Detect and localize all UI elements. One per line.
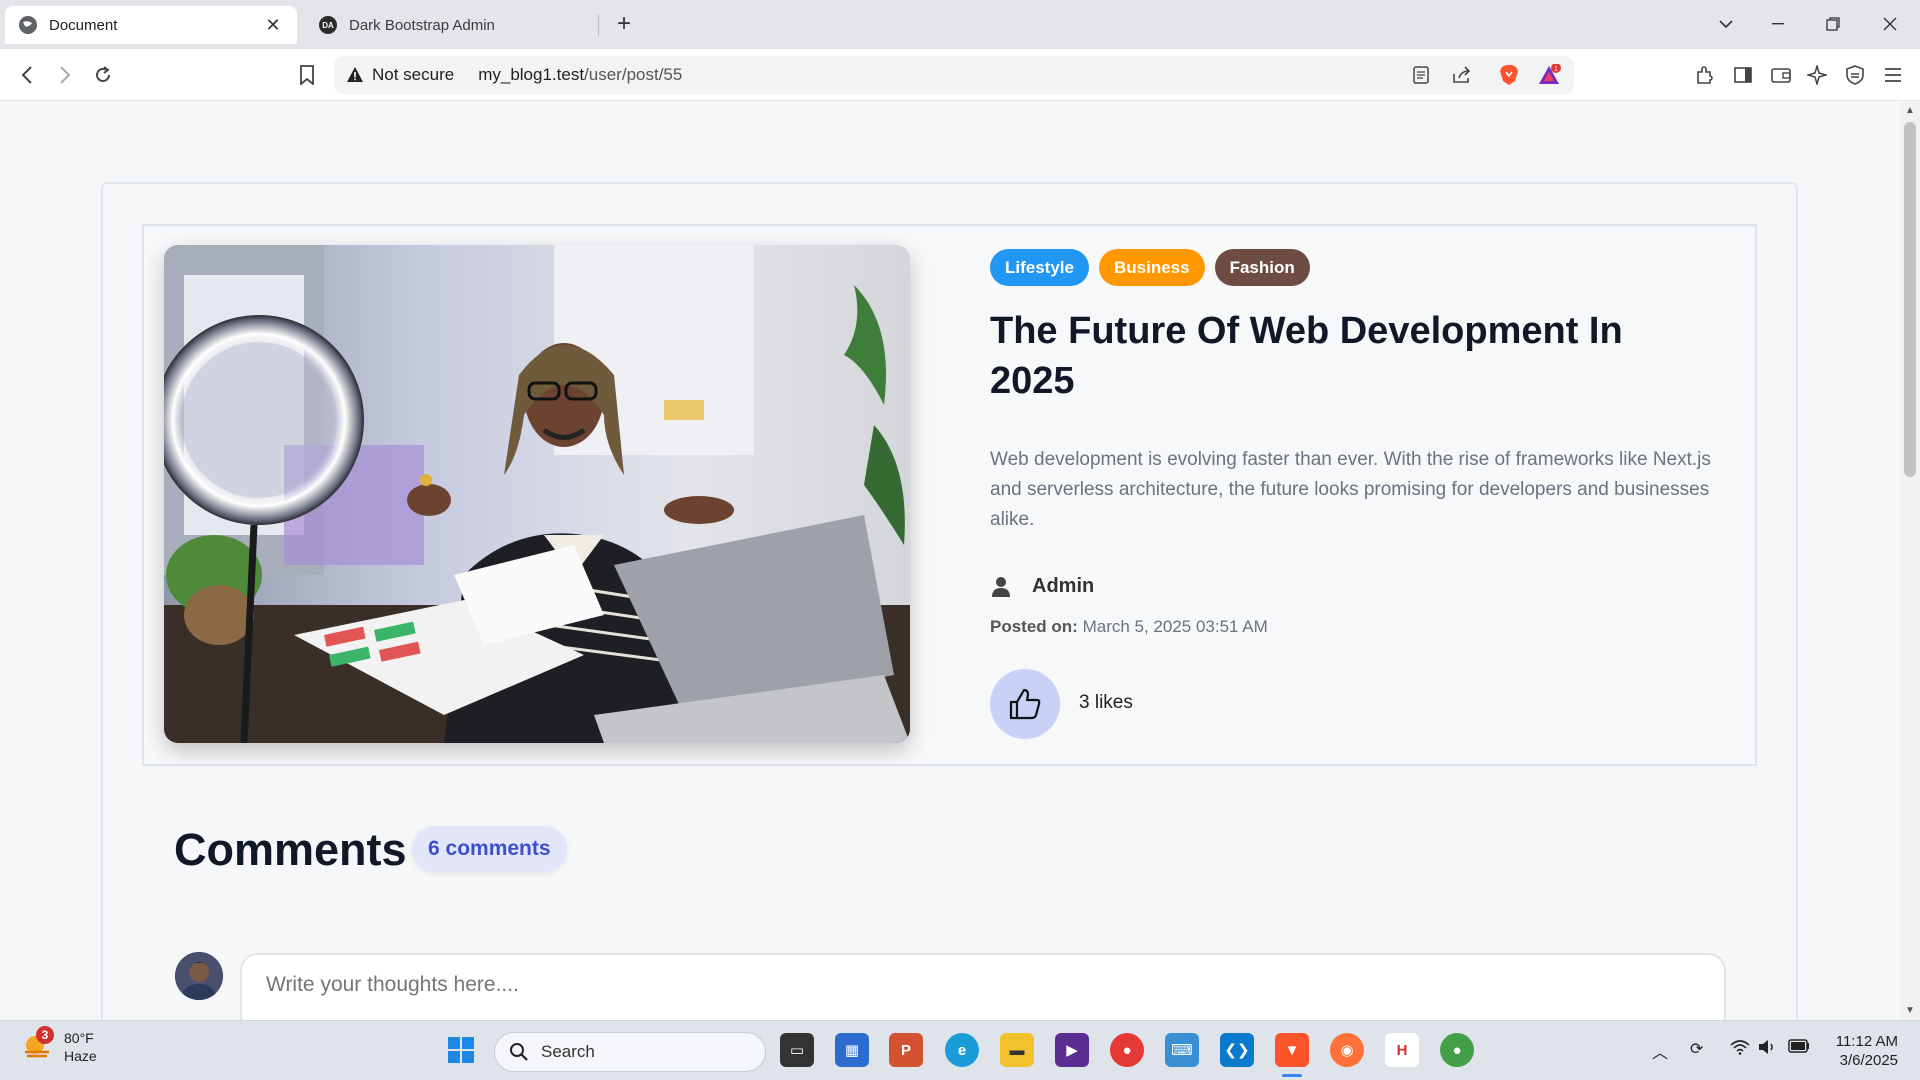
vpn-shield-icon[interactable] (1840, 60, 1870, 90)
powerpoint-icon[interactable]: P (889, 1033, 923, 1067)
leo-ai-icon[interactable] (1802, 60, 1832, 90)
like-button[interactable] (990, 669, 1060, 739)
vscode-icon[interactable]: ❮❯ (1220, 1033, 1254, 1067)
taskbar-search[interactable]: Search (494, 1032, 766, 1072)
forward-button[interactable] (50, 60, 80, 90)
chrome-profile-icon[interactable]: ● (1440, 1033, 1474, 1067)
keyboard-app-icon[interactable]: ⌨ (1165, 1033, 1199, 1067)
user-icon (992, 576, 1010, 597)
visual-studio-icon[interactable]: ▶ (1055, 1033, 1089, 1067)
browser-tab-bar: Document ✕ DA Dark Bootstrap Admin + (0, 0, 1920, 49)
share-icon[interactable] (1447, 56, 1477, 94)
microsoft-store-icon[interactable]: ▦ (835, 1033, 869, 1067)
edge-icon[interactable]: e (945, 1033, 979, 1067)
globe-icon (19, 16, 37, 34)
tab-dark-bootstrap-admin[interactable]: DA Dark Bootstrap Admin (305, 6, 597, 44)
restore-button[interactable] (1813, 8, 1853, 40)
comments-heading: Comments (174, 824, 407, 875)
weather-haze-icon: 3 (22, 1026, 54, 1062)
page-viewport: Lifestyle Business Fashion The Future Of… (0, 102, 1900, 1020)
extensions-icon[interactable] (1690, 60, 1720, 90)
brave-shields-icon[interactable] (1494, 56, 1524, 94)
active-app-indicator (1282, 1074, 1302, 1077)
reload-button[interactable] (88, 60, 118, 90)
tab-list-chevron-icon[interactable] (1706, 8, 1746, 40)
close-tab-icon[interactable]: ✕ (263, 15, 283, 35)
tag-lifestyle[interactable]: Lifestyle (990, 249, 1089, 286)
wifi-icon[interactable] (1730, 1039, 1750, 1060)
clock-time: 11:12 AM (1835, 1033, 1898, 1050)
thumbs-up-icon (1009, 688, 1041, 720)
warning-icon (347, 67, 363, 82)
new-tab-button[interactable]: + (610, 10, 638, 38)
search-icon (510, 1043, 528, 1061)
wallet-icon[interactable] (1766, 60, 1796, 90)
post-author: Admin (990, 575, 1094, 598)
page-scrollbar[interactable]: ▲ ▼ (1900, 102, 1920, 1020)
comment-input[interactable] (240, 953, 1726, 1020)
back-button[interactable] (12, 60, 42, 90)
tab-favicon: DA (319, 16, 337, 34)
svg-text:1: 1 (1554, 66, 1558, 73)
author-name: Admin (1032, 575, 1095, 597)
posted-on: Posted on: March 5, 2025 03:51 AM (990, 617, 1268, 637)
post-tags: Lifestyle Business Fashion (990, 249, 1310, 286)
comments-count-badge: 6 comments (412, 826, 567, 872)
sync-icon[interactable]: ⟳ (1690, 1039, 1703, 1059)
tag-business[interactable]: Business (1098, 249, 1205, 286)
tab-divider (598, 14, 599, 36)
bookmark-icon[interactable] (292, 60, 322, 90)
firefox-icon[interactable]: ◉ (1330, 1033, 1364, 1067)
scrollbar-thumb[interactable] (1904, 122, 1916, 477)
post-title: The Future Of Web Development In 2025 (990, 310, 1623, 402)
post-excerpt: Web development is evolving faster than … (990, 449, 1711, 530)
battery-icon[interactable] (1788, 1039, 1810, 1058)
task-view-icon[interactable]: ▭ (780, 1033, 814, 1067)
show-hidden-icons-chevron-icon[interactable]: ︿ (1652, 1039, 1668, 1063)
tab-title: Dark Bootstrap Admin (349, 16, 495, 34)
tab-title: Document (49, 16, 118, 34)
taskbar-search-label: Search (541, 1042, 595, 1061)
post-hero-image (164, 245, 910, 743)
close-window-button[interactable] (1870, 8, 1910, 40)
posted-on-label: Posted on: (990, 617, 1078, 636)
url-host: my_blog1.test (478, 65, 585, 84)
chrome-icon[interactable]: ● (1110, 1033, 1144, 1067)
windows-start-icon[interactable] (444, 1033, 478, 1067)
scroll-up-icon[interactable]: ▲ (1904, 106, 1916, 116)
windows-taskbar: 3 80°F Haze Search ▭ ▦ P e ▬ ▶ ● ⌨ ❮❯ ▼ … (0, 1020, 1920, 1080)
address-bar[interactable]: Not secure my_blog1.test/user/post/55 1 (334, 56, 1574, 94)
browser-toolbar: Not secure my_blog1.test/user/post/55 1 (0, 49, 1920, 101)
weather-widget[interactable]: 3 80°F Haze (22, 1026, 97, 1065)
weather-badge: 3 (36, 1026, 54, 1044)
sidebar-toggle-icon[interactable] (1728, 60, 1758, 90)
brave-rewards-icon[interactable]: 1 (1534, 56, 1564, 94)
likes-count: 3 likes (1079, 692, 1133, 713)
avatar (175, 952, 223, 1000)
brave-browser-icon[interactable]: ▼ (1275, 1033, 1309, 1067)
menu-icon[interactable] (1878, 60, 1908, 90)
url-path: /user/post/55 (584, 65, 683, 84)
clock-date: 3/6/2025 (1839, 1052, 1898, 1069)
tag-fashion[interactable]: Fashion (1214, 249, 1310, 286)
weather-desc: Haze (64, 1048, 97, 1064)
reader-mode-icon[interactable] (1406, 56, 1436, 94)
scroll-down-icon[interactable]: ▼ (1904, 1006, 1916, 1016)
volume-icon[interactable] (1758, 1039, 1776, 1060)
weather-temp: 80°F (64, 1030, 94, 1046)
minimize-button[interactable] (1758, 8, 1798, 40)
file-explorer-icon[interactable]: ▬ (1000, 1033, 1034, 1067)
system-clock[interactable]: 11:12 AM 3/6/2025 (1820, 1032, 1898, 1070)
security-indicator[interactable]: Not secure (372, 65, 454, 85)
tab-document[interactable]: Document ✕ (5, 6, 297, 44)
posted-on-date: March 5, 2025 03:51 AM (1082, 617, 1268, 636)
heidisql-icon[interactable]: H (1385, 1033, 1419, 1067)
